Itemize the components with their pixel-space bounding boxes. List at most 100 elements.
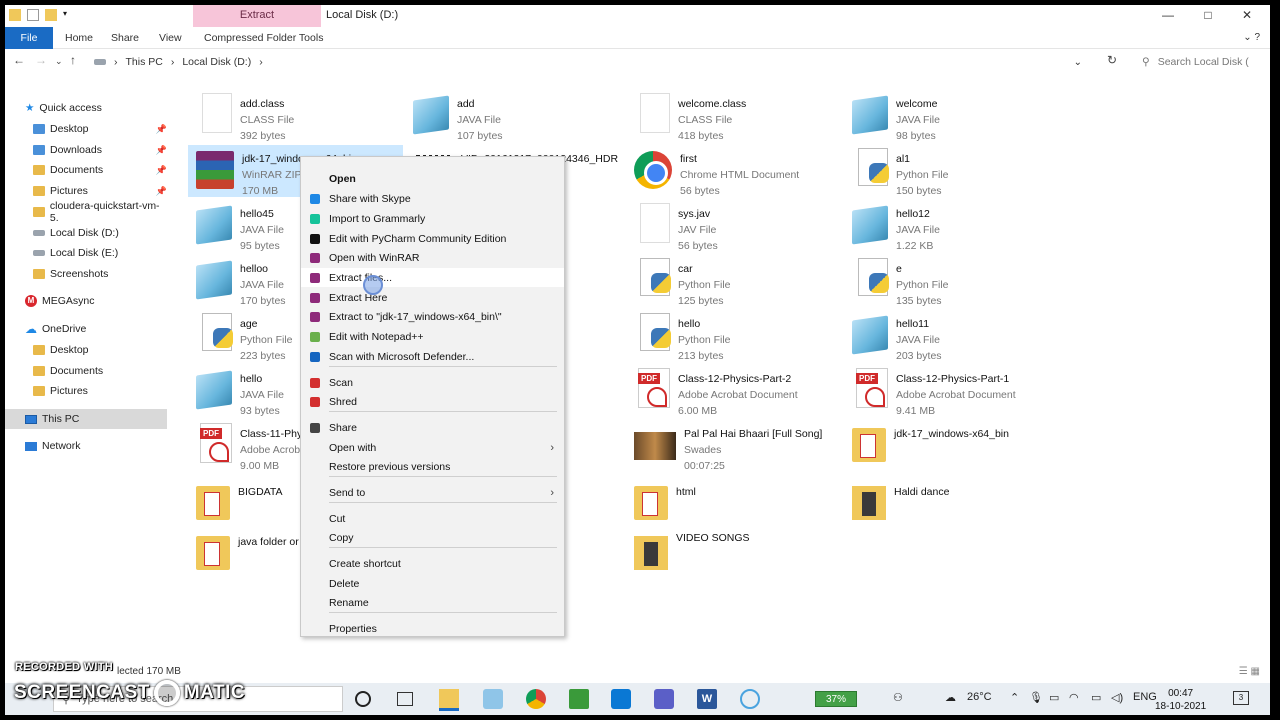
file-item[interactable]: e Python File 135 bytes <box>844 255 1059 307</box>
file-item[interactable]: car Python File 125 bytes <box>626 255 841 307</box>
file-item[interactable]: hello Python File 213 bytes <box>626 310 841 362</box>
menu-item-open-with-winrar[interactable]: Open with WinRAR <box>301 248 564 267</box>
menu-item-open-with[interactable]: Open with › <box>301 438 564 457</box>
customize-chevron-icon[interactable]: ▾ <box>63 9 75 21</box>
language-indicator[interactable]: ENG <box>1133 691 1157 703</box>
folder-item[interactable]: VIDEO SONGS <box>626 528 841 580</box>
wifi-icon[interactable]: ◠ <box>1069 691 1079 704</box>
chrome-icon[interactable] <box>526 689 546 709</box>
nav-megasync[interactable]: M MEGAsync <box>25 291 167 311</box>
file-item[interactable]: hello12 JAVA File 1.22 KB <box>844 200 1059 252</box>
menu-item-restore-previous-versions[interactable]: Restore previous versions <box>301 457 564 476</box>
nav-this-pc[interactable]: This PC <box>5 409 167 429</box>
folder-item[interactable]: jdk-17_windows-x64_bin <box>844 420 1059 472</box>
tab-share[interactable]: Share <box>103 27 147 49</box>
outlook-icon[interactable] <box>611 689 631 709</box>
nav-screenshots[interactable]: Screenshots <box>33 264 167 284</box>
battery-indicator[interactable]: 37% <box>815 691 857 707</box>
file-item[interactable]: first Chrome HTML Document 56 bytes <box>626 145 841 197</box>
folder-item[interactable]: Haldi dance <box>844 478 1059 530</box>
chart-app-icon[interactable] <box>569 689 589 709</box>
back-arrow-icon[interactable]: ← <box>13 53 25 67</box>
file-item[interactable]: Class-12-Physics-Part-2 Adobe Acrobat Doc… <box>626 365 841 417</box>
menu-item-copy[interactable]: Copy <box>301 528 564 547</box>
refresh-icon[interactable]: ↻ <box>1107 53 1117 67</box>
tab-compressed-folder-tools[interactable]: Compressed Folder Tools <box>196 27 331 49</box>
menu-item-cut[interactable]: Cut <box>301 509 564 528</box>
people-icon[interactable]: ⚇ <box>893 691 903 704</box>
menu-item-scan-with-microsoft-defender[interactable]: Scan with Microsoft Defender... <box>301 347 564 366</box>
file-item[interactable]: hello11 JAVA File 203 bytes <box>844 310 1059 362</box>
menu-item-create-shortcut[interactable]: Create shortcut <box>301 554 564 573</box>
nav-pictures[interactable]: Pictures 📌 <box>33 181 167 201</box>
file-item[interactable]: add JAVA File 107 bytes <box>405 90 620 142</box>
app-icon[interactable] <box>9 9 21 21</box>
recent-chevron-icon[interactable]: ⌄ <box>55 56 63 67</box>
menu-item-scan[interactable]: Scan <box>301 373 564 392</box>
menu-item-extract-here[interactable]: Extract Here <box>301 288 564 307</box>
file-item[interactable]: sys.jav JAV File 56 bytes <box>626 200 841 252</box>
mic-icon[interactable]: 🎙 <box>1029 691 1043 704</box>
new-folder-icon[interactable] <box>45 9 57 21</box>
tab-file[interactable]: File <box>5 27 53 49</box>
pin-icon[interactable]: 📌 <box>156 124 167 135</box>
menu-item-share[interactable]: Share <box>301 418 564 437</box>
forward-arrow-icon[interactable]: → <box>35 53 47 67</box>
menu-item-share-with-skype[interactable]: Share with Skype <box>301 189 564 208</box>
nav-documents[interactable]: Documents 📌 <box>33 160 167 180</box>
nav-desktop[interactable]: Desktop 📌 <box>33 119 167 139</box>
breadcrumb-local-disk[interactable]: Local Disk (D:) <box>182 56 251 68</box>
ribbon-expand-icon[interactable]: ⌄ ? <box>1235 27 1268 49</box>
nav-local-disk-e[interactable]: Local Disk (E:) <box>33 243 167 263</box>
menu-item-import-to-grammarly[interactable]: Import to Grammarly <box>301 209 564 228</box>
nav-downloads[interactable]: Downloads 📌 <box>33 140 167 160</box>
address-dropdown-icon[interactable]: ⌄ <box>1074 57 1082 68</box>
menu-item-properties[interactable]: Properties <box>301 619 564 638</box>
menu-item-edit-with-pycharm-community-edition[interactable]: Edit with PyCharm Community Edition <box>301 229 564 248</box>
menu-item-open[interactable]: Open <box>301 169 564 188</box>
nav-onedrive[interactable]: ☁ OneDrive <box>25 319 167 339</box>
file-item[interactable]: welcome.class CLASS File 418 bytes <box>626 90 841 142</box>
clock[interactable]: 00:47 18-10-2021 <box>1155 687 1206 713</box>
notifications-icon[interactable]: 3 <box>1233 691 1249 705</box>
file-item[interactable]: Class-12-Physics-Part-1 Adobe Acrobat Doc… <box>844 365 1059 417</box>
nav-cloudera[interactable]: cloudera-quickstart-vm-5. <box>33 200 167 224</box>
pin-icon[interactable]: 📌 <box>156 165 167 176</box>
search-box[interactable]: ⚲ Search Local Disk ( <box>1138 52 1268 72</box>
file-item[interactable]: add.class CLASS File 392 bytes <box>188 90 403 142</box>
word-icon[interactable]: W <box>697 689 717 709</box>
camera-icon[interactable]: ▭ <box>1049 691 1059 704</box>
pin-icon[interactable]: 📌 <box>156 186 167 197</box>
weather-temp[interactable]: 26°C <box>967 691 992 703</box>
cortana-icon[interactable] <box>355 691 371 707</box>
context-tab-extract[interactable]: Extract <box>193 5 321 27</box>
teams-icon[interactable] <box>654 689 674 709</box>
tab-view[interactable]: View <box>151 27 190 49</box>
minimize-button[interactable]: — <box>1148 5 1188 27</box>
nav-onedrive-documents[interactable]: Documents <box>33 361 167 381</box>
menu-item-send-to[interactable]: Send to › <box>301 483 564 502</box>
recorder-icon[interactable] <box>740 689 760 709</box>
file-item[interactable]: Pal Pal Hai Bhaari [Full Song] Swades 00:0… <box>626 420 841 472</box>
menu-item-extract-to-jdk-17-windows-x64-bin[interactable]: Extract to "jdk-17_windows-x64_bin\" <box>301 307 564 326</box>
properties-icon[interactable] <box>27 9 39 21</box>
close-button[interactable]: ✕ <box>1227 5 1267 27</box>
menu-item-shred[interactable]: Shred <box>301 392 564 411</box>
tab-home[interactable]: Home <box>57 27 101 49</box>
menu-item-extract-files[interactable]: Extract files... <box>301 268 564 287</box>
address-bar[interactable]: › This PC › Local Disk (D:) › ⌄ <box>87 52 1087 72</box>
nav-network[interactable]: Network <box>25 436 167 456</box>
menu-item-rename[interactable]: Rename <box>301 593 564 612</box>
pin-icon[interactable]: 📌 <box>156 145 167 156</box>
nav-onedrive-pictures[interactable]: Pictures <box>33 381 167 401</box>
volume-icon[interactable]: ◁) <box>1111 691 1123 704</box>
weather-icon[interactable]: ☁ <box>945 691 956 704</box>
nav-local-disk-d[interactable]: Local Disk (D:) <box>33 223 167 243</box>
task-view-icon[interactable] <box>397 692 413 706</box>
maximize-button[interactable]: □ <box>1188 5 1228 27</box>
app-icon[interactable] <box>483 689 503 709</box>
battery-icon[interactable]: ▭ <box>1091 691 1101 704</box>
nav-quick-access[interactable]: ★ Quick access <box>25 98 167 118</box>
file-item[interactable]: welcome JAVA File 98 bytes <box>844 90 1059 142</box>
file-item[interactable]: al1 Python File 150 bytes <box>844 145 1059 197</box>
